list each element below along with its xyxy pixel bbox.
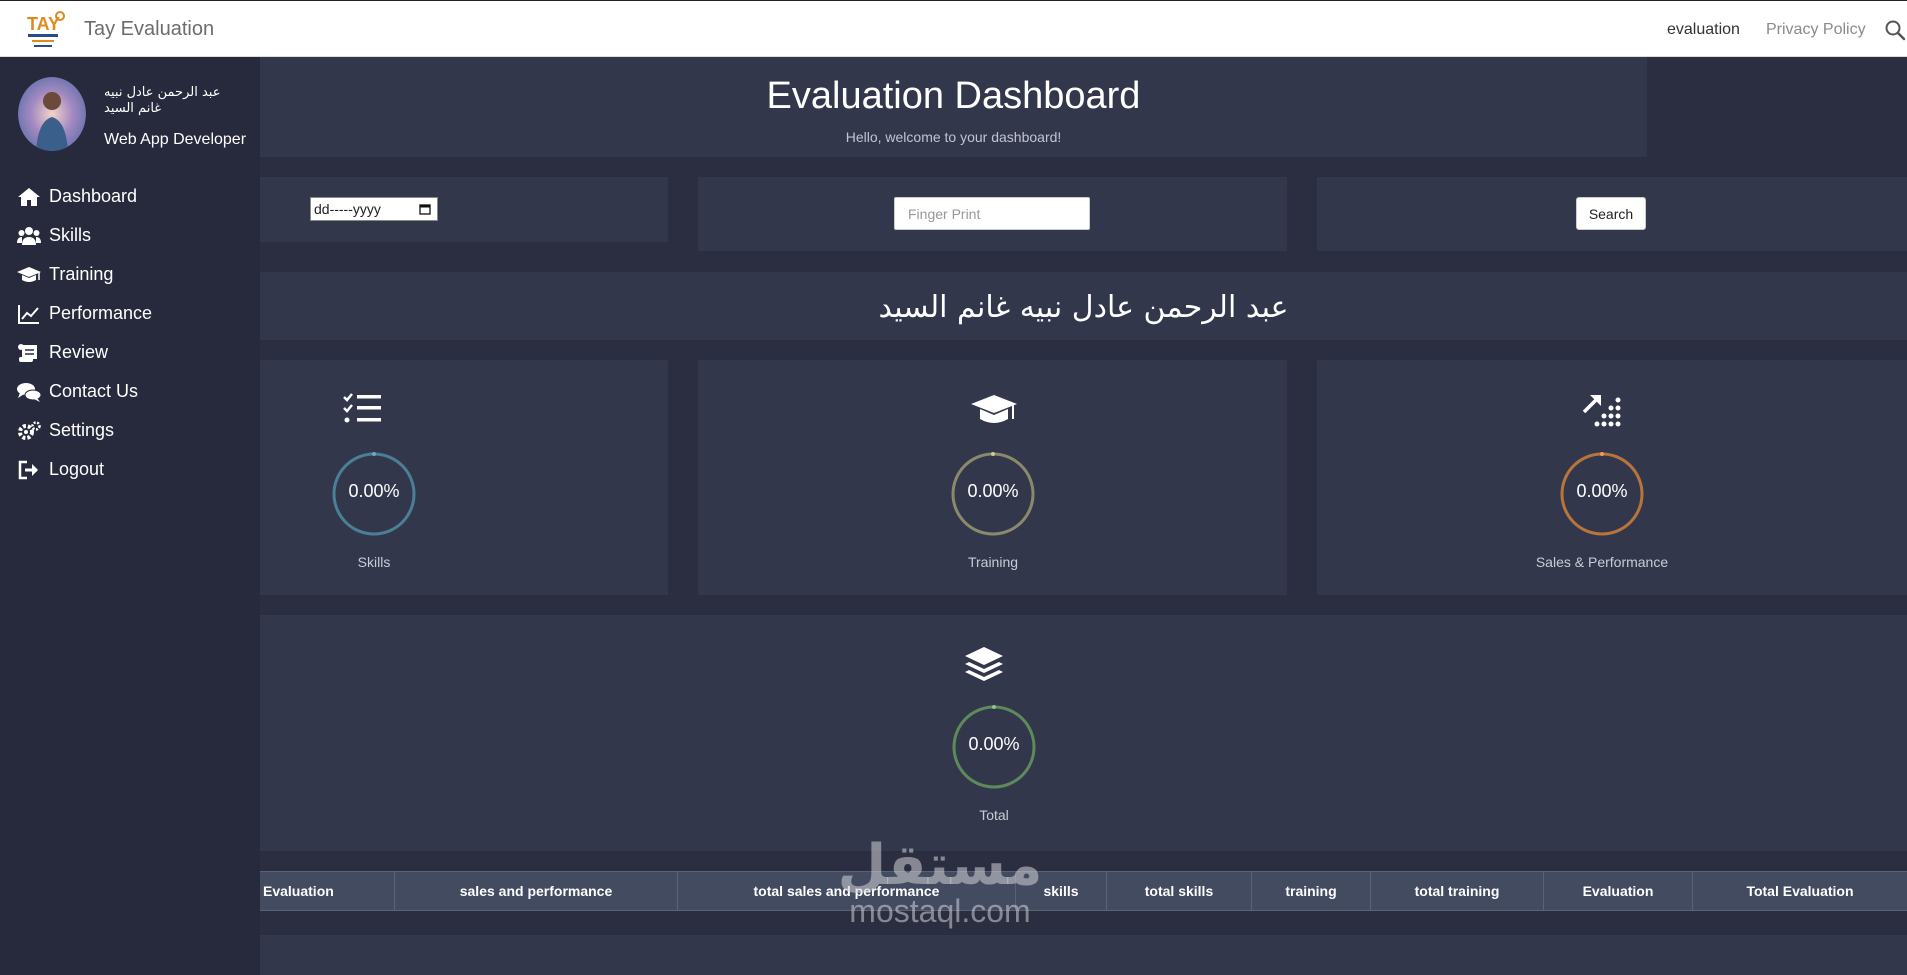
main-content: Evaluation Dashboard Hello, welcome to y… [260,57,1907,975]
table-header-total-skills[interactable]: total skills [1107,872,1252,910]
sidebar-item-settings[interactable]: Settings [0,411,260,450]
total-progress-ring: 0.00% [952,705,1036,789]
sidebar-item-label: Review [49,342,109,362]
brand-title[interactable]: Tay Evaluation [84,18,214,41]
logout-icon [18,460,38,479]
graduation-cap-icon [17,266,41,282]
scroll-icon [18,343,37,362]
skills-value: 0.00% [348,481,400,501]
search-icon[interactable] [1884,19,1906,41]
sidebar-item-dashboard[interactable]: Dashboard [0,177,260,216]
nav-link-privacy-policy[interactable]: Privacy Policy [1766,21,1866,39]
skills-card: 0.00% Skills [260,360,668,595]
avatar [18,77,86,151]
fingerprint-panel: Finger Print [698,177,1287,251]
table-header-training[interactable]: training [1252,872,1371,910]
profile-role: Web App Developer [104,131,247,148]
sidebar-item-label: Contact Us [49,381,139,401]
page-subtitle: Hello, welcome to your dashboard! [845,129,1062,145]
employee-name-panel: عبد الرحمن عادل نبيه غانم السيد [260,272,1907,340]
training-label: Training [967,554,1019,570]
search-panel: Search [1317,177,1907,251]
sidebar-item-logout[interactable]: Logout [0,450,260,489]
table-header-evaluation[interactable]: Evaluation [260,872,395,910]
skills-label: Skills [357,554,391,570]
fingerprint-input[interactable]: Finger Print [894,197,1090,230]
date-input[interactable]: dd-----yyyy [310,197,438,221]
table-header-skills[interactable]: skills [1016,872,1107,910]
profile-name: عبد الرحمن عادل نبيه غانم السيد [104,85,221,116]
sales-performance-value: 0.00% [1576,481,1628,501]
total-label: Total [979,807,1009,823]
header-panel: Evaluation Dashboard Hello, welcome to y… [260,57,1647,157]
line-chart-icon [18,304,39,324]
top-navbar: TAY Tay Evaluation evaluation Privacy Po… [0,0,1907,57]
sidebar: عبد الرحمن عادل نبيه غانم السيد Web App … [0,57,260,975]
sidebar-item-performance[interactable]: Performance [0,294,260,333]
layers-icon [965,647,1003,681]
table-header-total-training[interactable]: total training [1371,872,1544,910]
sidebar-item-training[interactable]: Training [0,255,260,294]
date-placeholder: dd-----yyyy [314,201,381,217]
table-body-panel [260,935,1907,975]
sidebar-item-contact-us[interactable]: Contact Us [0,372,260,411]
sidebar-item-review[interactable]: Review [0,333,260,372]
sidebar-item-label: Settings [49,420,115,440]
nav-link-evaluation[interactable]: evaluation [1667,21,1740,39]
sidebar-item-label: Performance [49,303,153,323]
svg-text:TAY: TAY [27,14,60,34]
table-header-evaluation-2[interactable]: Evaluation [1544,872,1693,910]
employee-name: عبد الرحمن عادل نبيه غانم السيد [878,290,1289,325]
comments-icon [17,382,41,402]
home-icon [18,187,40,206]
calendar-icon[interactable] [419,203,431,215]
users-icon [17,226,41,245]
evaluation-table-header: Evaluation sales and performance total s… [260,871,1907,911]
table-header-sales-and-performance[interactable]: sales and performance [395,872,678,910]
search-button[interactable]: Search [1576,197,1646,230]
training-card: 0.00% Training [698,360,1287,595]
sidebar-item-label: Skills [49,225,92,245]
logo[interactable]: TAY [26,10,68,50]
sidebar-item-label: Logout [49,459,105,479]
sales-performance-progress-ring: 0.00% [1560,452,1644,536]
sidebar-item-label: Dashboard [49,186,138,206]
training-value: 0.00% [967,481,1019,501]
training-progress-ring: 0.00% [951,452,1035,536]
total-value: 0.00% [968,734,1020,754]
skills-progress-ring: 0.00% [332,452,416,536]
page-title: Evaluation Dashboard [766,75,1141,117]
date-filter-panel: dd-----yyyy [260,177,668,242]
sidebar-item-label: Training [49,264,114,284]
checklist-icon [343,393,381,423]
graduation-cap-icon [971,395,1017,423]
sales-performance-label: Sales & Performance [1535,554,1669,570]
growth-chart-icon [1582,395,1621,427]
table-header-total-sales-and-performance[interactable]: total sales and performance [678,872,1016,910]
sales-performance-card: 0.00% Sales & Performance [1317,360,1907,595]
cogs-icon [18,420,41,440]
table-header-total-evaluation[interactable]: Total Evaluation [1693,872,1907,910]
sidebar-item-skills[interactable]: Skills [0,216,260,255]
total-card: 0.00% Total [260,615,1907,851]
sidebar-menu: Dashboard Skills Training Performance Re… [0,177,260,489]
